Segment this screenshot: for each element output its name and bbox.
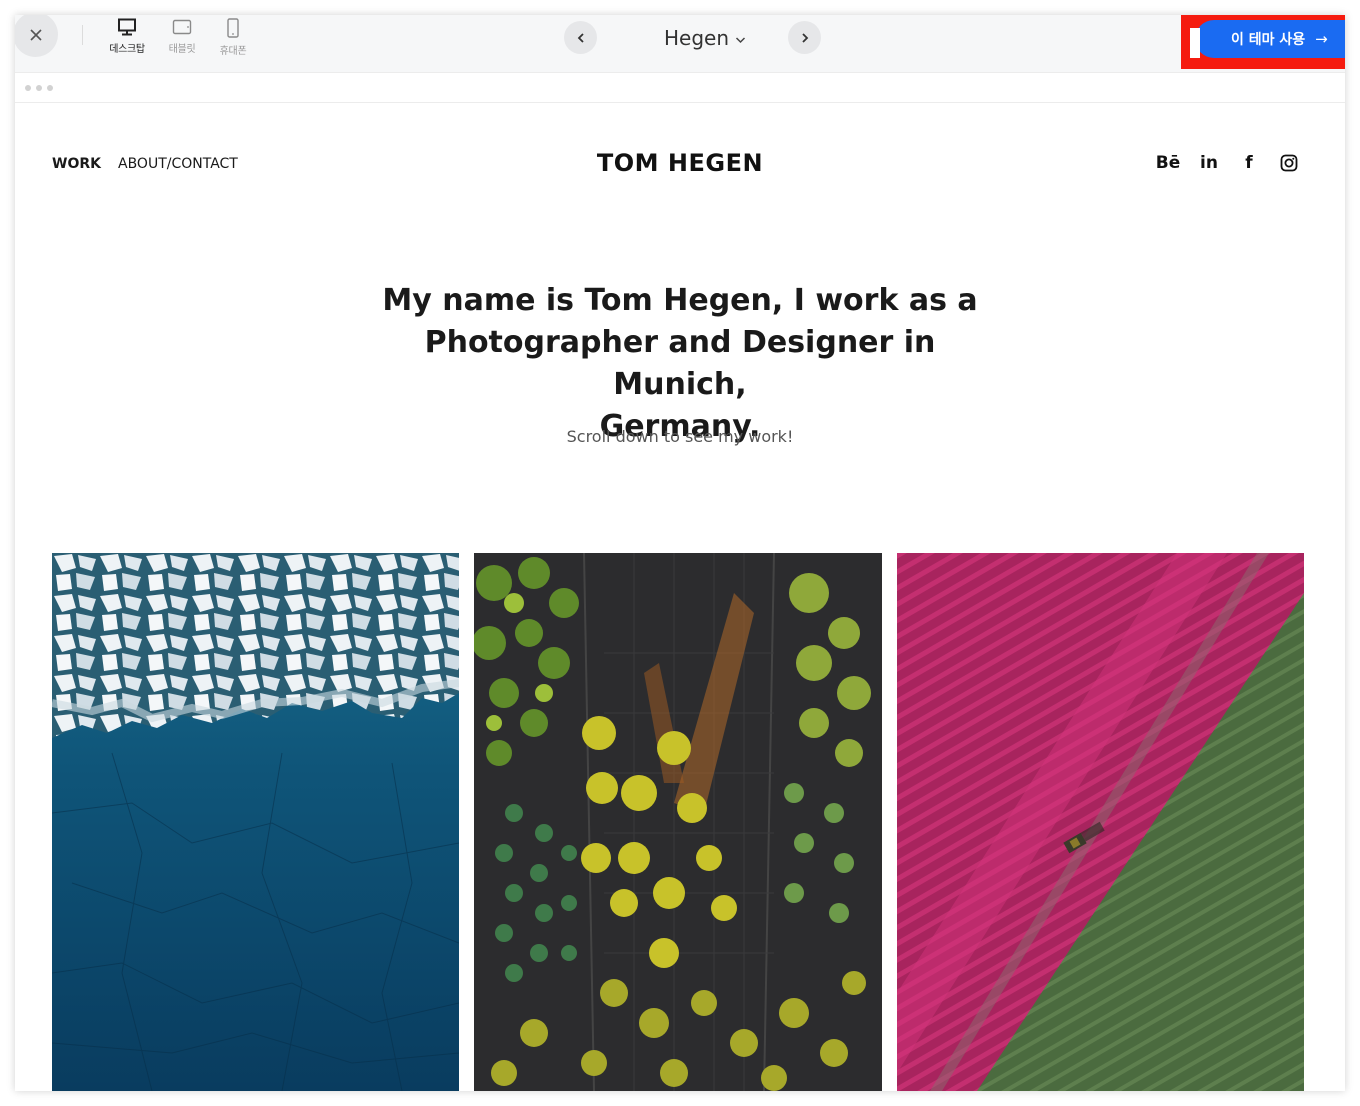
chevron-left-icon xyxy=(577,32,584,43)
device-phone-button[interactable]: 휴대폰 xyxy=(208,18,258,57)
tablet-icon xyxy=(172,19,192,35)
toolbar-divider xyxy=(82,25,83,45)
previous-theme-button[interactable] xyxy=(564,21,597,54)
photo-tree-nursery[interactable] xyxy=(474,553,882,1091)
window-dot-icon xyxy=(36,85,42,91)
close-icon xyxy=(29,28,42,41)
device-tablet-label: 태블릿 xyxy=(168,44,196,55)
chevron-down-icon xyxy=(735,37,746,44)
photo-tulip-fields[interactable] xyxy=(897,553,1304,1091)
preview-window: 데스크탑 태블릿 휴대폰 Hegen 이 테마 사용 → WORK ABOUT/… xyxy=(15,15,1345,1091)
device-desktop-label: 데스크탑 xyxy=(109,44,145,55)
next-theme-button[interactable] xyxy=(788,21,821,54)
site-brand[interactable]: TOM HEGEN xyxy=(15,149,1345,177)
use-theme-button[interactable]: 이 테마 사용 → xyxy=(1195,20,1345,58)
phone-icon xyxy=(227,18,239,38)
hero-line: My name is Tom Hegen, I work as a xyxy=(382,283,978,318)
use-theme-label: 이 테마 사용 xyxy=(1231,32,1306,48)
window-dot-icon xyxy=(25,85,31,91)
arrow-right-icon: → xyxy=(1315,30,1328,48)
device-tablet-button[interactable]: 태블릿 xyxy=(157,18,207,55)
theme-name: Hegen xyxy=(663,26,730,50)
chevron-right-icon xyxy=(801,32,808,43)
site-preview: WORK ABOUT/CONTACT TOM HEGEN Bē in f My … xyxy=(15,103,1345,1091)
hero-line: Photographer and Designer in Munich, xyxy=(424,325,936,402)
hero-heading: My name is Tom Hegen, I work as a Photog… xyxy=(355,280,1005,448)
device-desktop-button[interactable]: 데스크탑 xyxy=(102,18,152,55)
theme-preview-toolbar: 데스크탑 태블릿 휴대폰 Hegen 이 테마 사용 → xyxy=(15,15,1345,73)
desktop-icon xyxy=(118,18,136,36)
browser-chrome xyxy=(15,74,1345,103)
facebook-icon[interactable]: f xyxy=(1237,151,1261,175)
button-edge xyxy=(1190,28,1200,58)
linkedin-icon[interactable]: in xyxy=(1197,151,1221,175)
window-dot-icon xyxy=(47,85,53,91)
photo-ice-ocean[interactable] xyxy=(52,553,459,1091)
instagram-icon[interactable] xyxy=(1277,151,1301,175)
close-button[interactable] xyxy=(15,15,58,57)
hero-subheading: Scroll down to see my work! xyxy=(566,427,794,446)
behance-icon[interactable]: Bē xyxy=(1156,151,1181,175)
device-phone-label: 휴대폰 xyxy=(219,46,247,57)
theme-selector[interactable]: Hegen xyxy=(635,24,775,52)
